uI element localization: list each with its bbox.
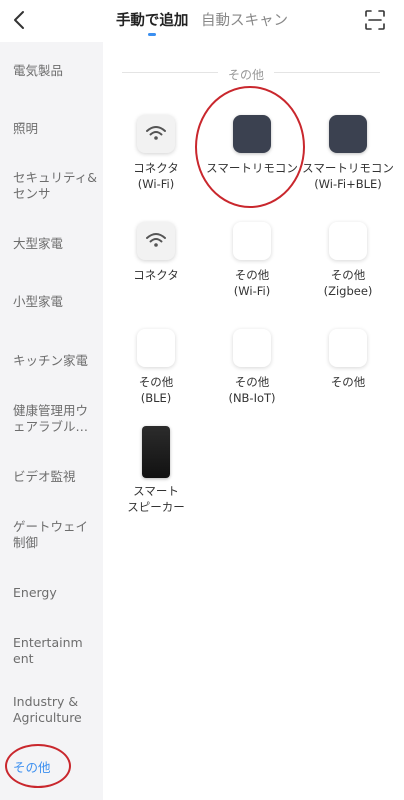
category-sidebar: 電気製品 照明 セキュリティ&センサ 大型家電 小型家電 キッチン家電 健康管理… [0,42,103,800]
section-divider-left [122,72,218,73]
remote-icon [233,115,271,153]
device-other-nb-iot[interactable]: その他 (NB-IoT) [202,329,302,406]
device-other-ble[interactable]: その他 (BLE) [106,329,206,406]
sidebar-item-entertainment[interactable]: Entertainment [13,635,87,667]
device-label: スマートリモコン (Wi-Fi+BLE) [302,161,394,191]
device-label: その他 (Zigbee) [323,268,373,298]
tab-manual-add[interactable]: 手動で追加 [116,9,188,36]
sidebar-item-small-appliances[interactable]: 小型家電 [13,294,99,310]
device-label: その他 [330,375,366,389]
sidebar-item-appliances[interactable]: 電気製品 [13,63,99,79]
device-label: その他 (BLE) [138,375,174,405]
device-label: コネクタ (Wi-Fi) [133,161,179,191]
sidebar-item-other[interactable]: その他 [13,760,99,776]
sidebar-item-gateway[interactable]: ゲートウェイ制御 [13,519,99,551]
sidebar-item-security[interactable]: セキュリティ&センサ [13,170,99,202]
remote-icon [329,115,367,153]
device-smart-speaker[interactable]: スマート スピーカー [106,426,206,515]
sidebar-item-industry[interactable]: Industry & Agriculture [13,694,99,726]
tab-auto-scan[interactable]: 自動スキャン [201,9,288,30]
top-bar: 手動で追加 自動スキャン [0,0,404,40]
device-icon [329,329,367,367]
device-other-zigbee[interactable]: その他 (Zigbee) [298,222,398,299]
wifi-icon [137,115,175,153]
device-icon [329,222,367,260]
device-label: スマート スピーカー [127,484,185,514]
sidebar-item-lighting[interactable]: 照明 [13,121,99,137]
device-other-wifi[interactable]: その他 (Wi-Fi) [202,222,302,299]
sidebar-item-energy[interactable]: Energy [13,585,99,601]
device-label: その他 (NB-IoT) [228,375,276,405]
sidebar-item-kitchen[interactable]: キッチン家電 [13,353,99,369]
device-connector-wifi[interactable]: コネクタ (Wi-Fi) [106,115,206,192]
tab-bar: 手動で追加 自動スキャン [0,9,404,36]
wifi-icon [137,222,175,260]
speaker-icon [142,426,170,478]
device-connector[interactable]: コネクタ [106,222,206,283]
device-icon [233,329,271,367]
scan-icon[interactable] [364,9,386,31]
sidebar-item-health-wearables[interactable]: 健康管理用ウェアラブル… [13,403,99,435]
device-other[interactable]: その他 [298,329,398,390]
device-label: その他 (Wi-Fi) [233,268,271,298]
device-icon [233,222,271,260]
sidebar-item-large-appliances[interactable]: 大型家電 [13,236,99,252]
device-label: スマートリモコン [206,161,298,175]
device-smart-remote[interactable]: スマートリモコン [202,115,302,176]
section-divider-right [274,72,380,73]
device-label: コネクタ [133,268,179,282]
device-icon [137,329,175,367]
sidebar-item-video-surveillance[interactable]: ビデオ監視 [13,469,99,485]
section-title: その他 [227,68,264,82]
device-smart-remote-wifi-ble[interactable]: スマートリモコン (Wi-Fi+BLE) [298,115,398,192]
